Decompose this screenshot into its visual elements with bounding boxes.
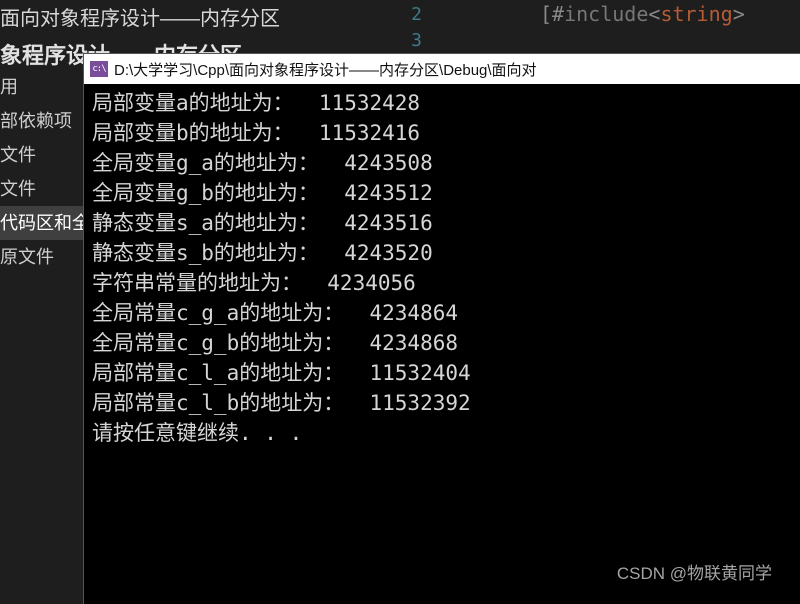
code-snippet: [#include<string> [540,2,745,26]
line-number: 2 [382,2,422,28]
tree-item[interactable]: 文件 [0,172,94,206]
string-literal: string [660,2,732,26]
line-number-gutter: 2 3 [382,0,422,54]
console-titlebar[interactable]: c:\ D:\大学学习\Cpp\面向对象程序设计——内存分区\Debug\面向对 [84,54,800,84]
tree-item[interactable]: 原文件 [0,240,94,274]
console-body: 局部变量a的地址为： 11532428 局部变量b的地址为： 11532416 … [84,84,800,456]
watermark: CSDN @物联黄同学 [617,559,772,584]
keyword: include [564,2,648,26]
hash: # [552,2,564,26]
tree-item[interactable]: 部依赖项 [0,104,94,138]
ide-title: 面向对象程序设计——内存分区 [0,2,280,31]
angle-close: > [733,2,745,26]
tree-item[interactable]: 文件 [0,138,94,172]
line-number: 3 [382,28,422,54]
console-window: c:\ D:\大学学习\Cpp\面向对象程序设计——内存分区\Debug\面向对… [83,53,800,604]
console-title: D:\大学学习\Cpp\面向对象程序设计——内存分区\Debug\面向对 [114,59,537,80]
tree-item[interactable]: 用 [0,70,94,104]
cmd-icon: c:\ [90,61,108,77]
tree-item-selected[interactable]: 代码区和全 [0,206,94,240]
angle-open: < [648,2,660,26]
bracket: [ [540,2,552,26]
solution-explorer-tree: 用 部依赖项 文件 文件 代码区和全 原文件 [0,70,94,274]
